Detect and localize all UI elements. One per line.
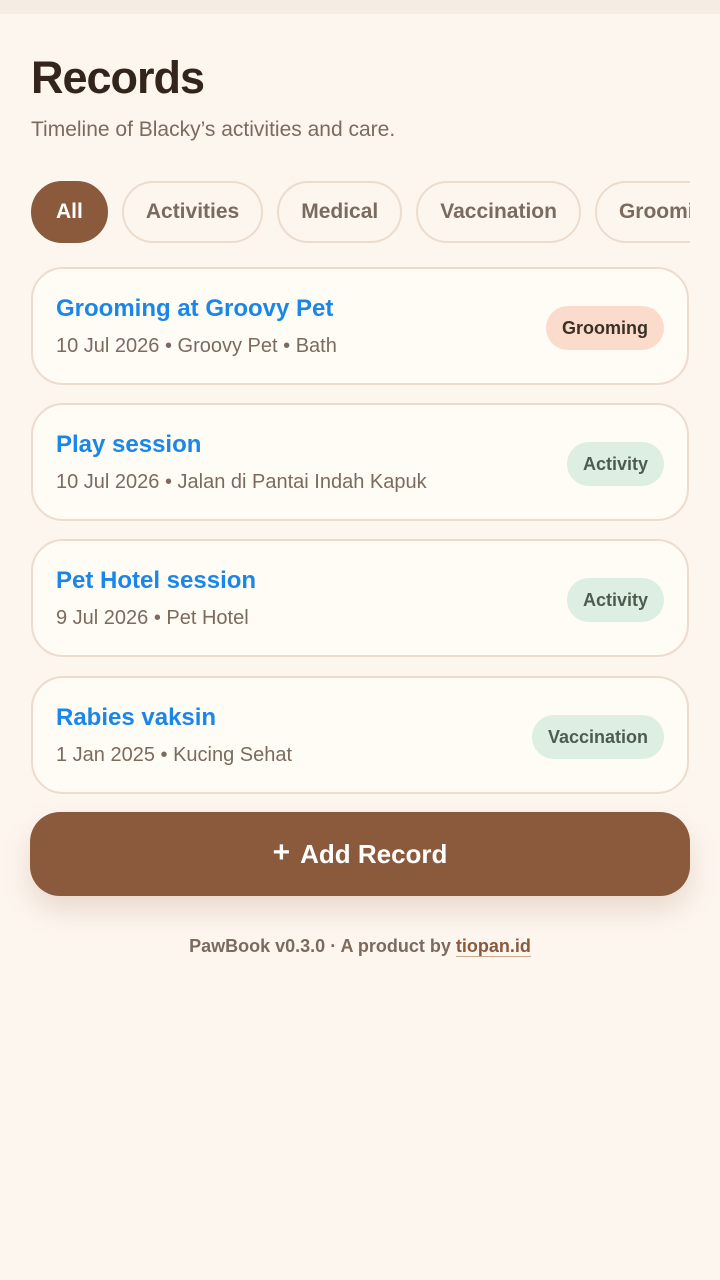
record-meta: 1 Jan 2025 • Kucing Sehat [56, 744, 293, 766]
page-subtitle: Timeline of Blacky’s activities and care… [31, 118, 396, 141]
footer-link[interactable]: tiopan.id [455, 936, 531, 957]
filter-chip-activities[interactable]: Activities [121, 181, 264, 243]
plus-icon: + [272, 836, 291, 869]
footer-text: PawBook v0.3.0 · A product by [189, 936, 456, 956]
add-record-label: Add Record [300, 838, 448, 869]
record-card[interactable]: Rabies vaksin 1 Jan 2025 • Kucing Sehat … [31, 676, 689, 794]
footer: PawBook v0.3.0 · A product by tiopan.id [0, 936, 720, 957]
top-strip [0, 0, 720, 14]
filter-chip-grooming[interactable]: Grooming [594, 181, 690, 243]
record-title: Rabies vaksin [56, 704, 217, 731]
record-title: Grooming at Groovy Pet [56, 295, 334, 322]
record-meta: 10 Jul 2026 • Jalan di Pantai Indah Kapu… [56, 471, 427, 493]
record-tag: Activity [566, 442, 664, 486]
record-tag: Activity [566, 578, 664, 622]
filter-chips: All Activities Medical Vaccination Groom… [31, 181, 690, 247]
record-meta: 10 Jul 2026 • Groovy Pet • Bath [56, 335, 337, 357]
record-tag: Vaccination [531, 715, 664, 759]
filter-chip-medical[interactable]: Medical [277, 181, 403, 243]
filter-chip-vaccination[interactable]: Vaccination [416, 181, 581, 243]
filter-chip-all[interactable]: All [31, 181, 108, 243]
record-tag: Grooming [546, 306, 664, 350]
record-card[interactable]: Pet Hotel session 9 Jul 2026 • Pet Hotel… [31, 539, 689, 657]
record-meta: 9 Jul 2026 • Pet Hotel [56, 607, 249, 629]
record-title: Play session [56, 431, 202, 458]
record-title: Pet Hotel session [56, 567, 257, 594]
record-card[interactable]: Grooming at Groovy Pet 10 Jul 2026 • Gro… [31, 267, 689, 385]
record-card[interactable]: Play session 10 Jul 2026 • Jalan di Pant… [31, 403, 689, 521]
page-title: Records [31, 52, 205, 103]
add-record-button[interactable]: + Add Record [30, 812, 690, 896]
